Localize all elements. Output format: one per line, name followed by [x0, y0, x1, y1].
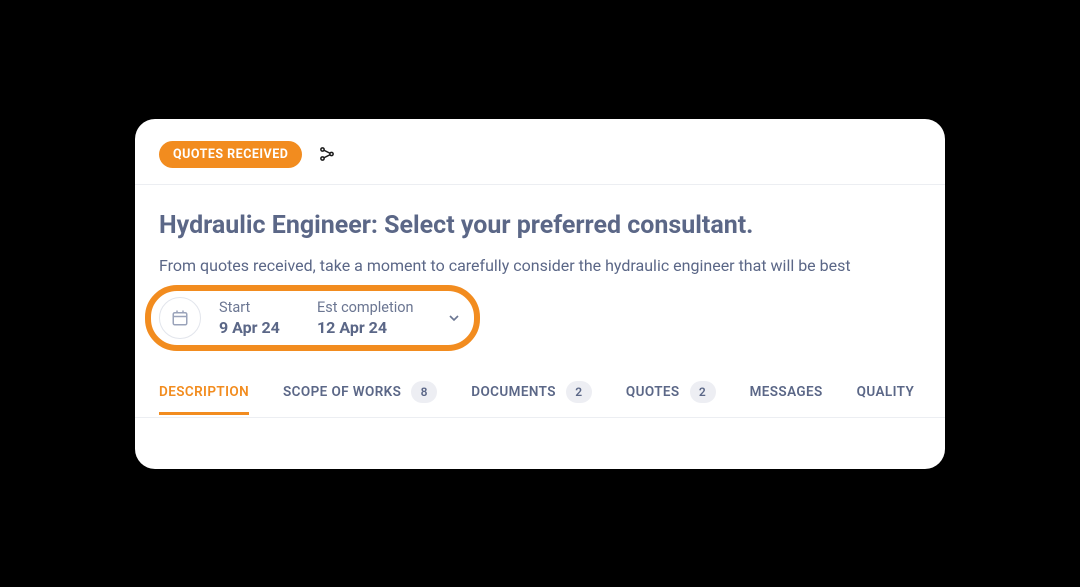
tab-label: DESCRIPTION [159, 384, 249, 400]
date-panel[interactable]: Start 9 Apr 24 Est completion 12 Apr 24 [159, 297, 466, 339]
tab-quality[interactable]: QUALITY [857, 370, 915, 414]
tab-label: DOCUMENTS [471, 384, 556, 400]
tab-quotes[interactable]: QUOTES 2 [626, 367, 716, 417]
tabs-bar: DESCRIPTION SCOPE OF WORKS 8 DOCUMENTS 2… [135, 367, 945, 418]
page-subtitle: From quotes received, take a moment to c… [159, 256, 921, 275]
content-area: Hydraulic Engineer: Select your preferre… [135, 185, 945, 367]
tab-label: QUALITY [857, 384, 915, 400]
page-title: Hydraulic Engineer: Select your preferre… [159, 211, 921, 240]
project-card: QUOTES RECEIVED Hydraulic Engineer: Sele… [135, 119, 945, 469]
tab-documents[interactable]: DOCUMENTS 2 [471, 367, 592, 417]
tab-label: SCOPE OF WORKS [283, 384, 401, 400]
start-date-value: 9 Apr 24 [219, 318, 299, 337]
tab-count-badge: 2 [566, 381, 592, 403]
date-panel-highlight: Start 9 Apr 24 Est completion 12 Apr 24 [159, 297, 466, 339]
tab-count-badge: 2 [690, 381, 716, 403]
completion-date-value: 12 Apr 24 [317, 318, 414, 337]
completion-date-column: Est completion 12 Apr 24 [317, 299, 414, 337]
start-date-label: Start [219, 299, 299, 316]
tab-scope-of-works[interactable]: SCOPE OF WORKS 8 [283, 367, 437, 417]
completion-date-label: Est completion [317, 299, 414, 316]
share-icon[interactable] [316, 143, 338, 165]
status-badge: QUOTES RECEIVED [159, 141, 302, 168]
tab-messages[interactable]: MESSAGES [750, 370, 823, 414]
tab-label: QUOTES [626, 384, 680, 400]
tab-count-badge: 8 [411, 381, 437, 403]
top-bar: QUOTES RECEIVED [135, 119, 945, 185]
start-date-column: Start 9 Apr 24 [219, 299, 299, 337]
tab-label: MESSAGES [750, 384, 823, 400]
calendar-icon [159, 297, 201, 339]
chevron-down-icon [442, 306, 466, 330]
tab-description[interactable]: DESCRIPTION [159, 370, 249, 414]
